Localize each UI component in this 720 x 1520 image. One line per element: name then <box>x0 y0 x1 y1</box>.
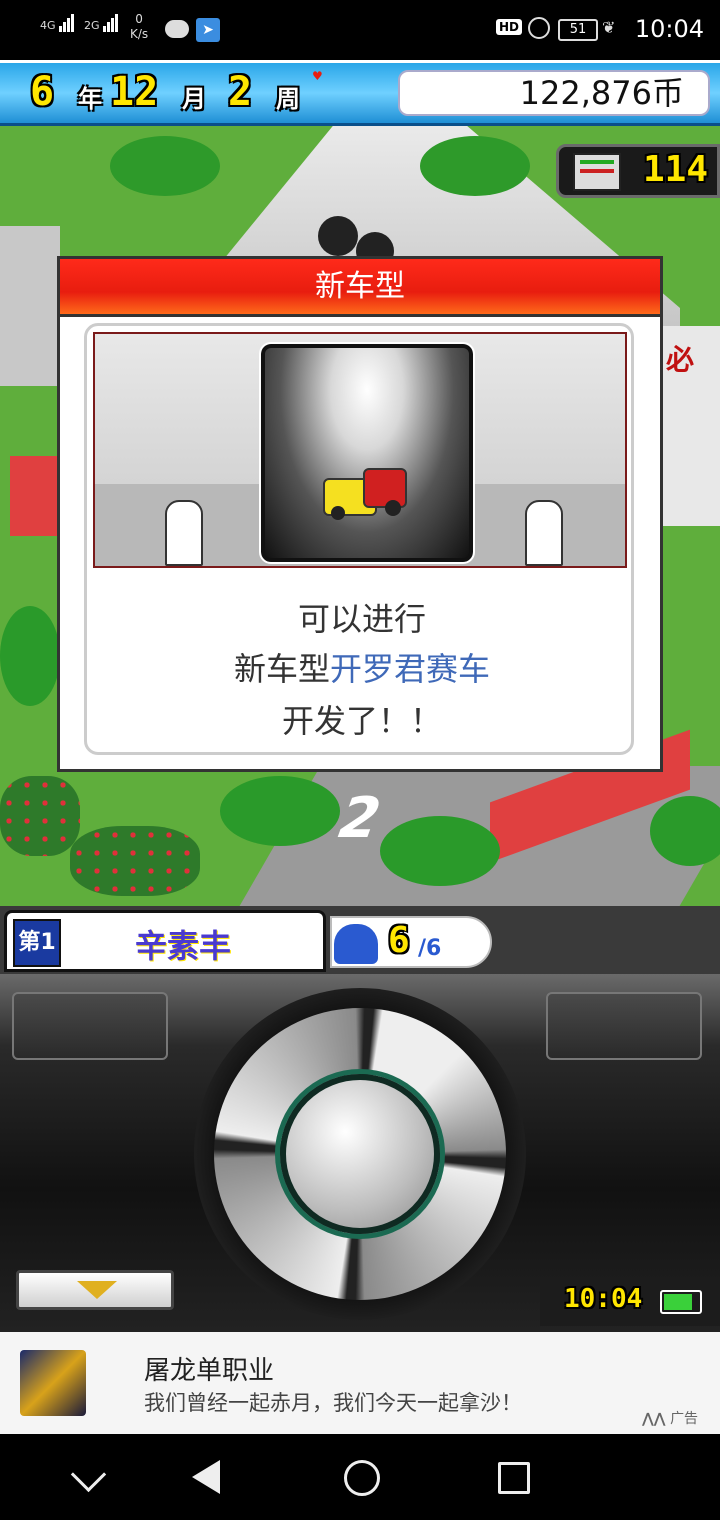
wechat-icon <box>165 20 189 38</box>
staff-name: 辛素丰 <box>135 927 232 965</box>
week-number: 2 <box>228 69 253 115</box>
ad-title[interactable]: 屠龙单职业 <box>144 1350 274 1387</box>
battery-icon: 51 <box>558 19 598 41</box>
network-speed: 0 K/s <box>130 12 148 42</box>
signal-icon-2 <box>103 14 119 32</box>
navigation-bar <box>0 1434 720 1520</box>
chevron-down-icon <box>77 1281 117 1299</box>
dpad-center-button[interactable] <box>280 1074 440 1234</box>
staff-tab[interactable]: 第1 辛素丰 <box>4 910 326 972</box>
staff-count-tab[interactable]: 6 /6 <box>330 916 492 968</box>
menu-down-button[interactable] <box>16 1270 174 1310</box>
network-2g-label: 2G <box>84 19 100 32</box>
tire-stack-icon <box>318 216 358 256</box>
month-label: 月 <box>182 85 206 113</box>
go-kart-icon <box>323 468 413 520</box>
back-down-icon[interactable] <box>70 1456 107 1493</box>
mechanic-left-icon <box>165 500 203 566</box>
left-shoulder-button[interactable] <box>12 992 168 1060</box>
ad-banner[interactable] <box>0 1332 720 1434</box>
network-speed-value: 0 <box>135 12 143 26</box>
palm-tree-icon-5 <box>650 796 720 866</box>
dialog-title: 新车型 <box>60 259 660 317</box>
staff-total: /6 <box>418 936 442 961</box>
dialog-line-2-prefix: 新车型 <box>233 650 330 688</box>
flower-bed-icon <box>0 776 80 856</box>
dialog-line-1: 可以进行 <box>297 600 426 638</box>
signal-icon <box>59 14 75 32</box>
palm-tree-icon-3 <box>220 776 340 846</box>
power-saving-icon: ❦ <box>602 18 616 37</box>
staff-rank-badge: 第1 <box>13 919 61 967</box>
ad-logo-icon: ⋀⋀ <box>642 1411 666 1427</box>
battery-level: 51 <box>569 22 587 37</box>
computer-icon <box>573 153 621 191</box>
home-icon[interactable] <box>344 1460 380 1496</box>
palm-tree-icon-4 <box>380 816 500 886</box>
new-model-dialog[interactable]: 新车型 可以进行 新车型开罗君赛车 开发了！！ <box>57 256 663 772</box>
dialog-line-3: 开发了！！ <box>281 702 442 740</box>
hd-icon: HD <box>496 19 523 35</box>
mechanic-right-icon <box>525 500 563 566</box>
palm-tree-icon-6 <box>0 606 60 706</box>
status-time: 10:04 <box>634 15 704 43</box>
game-clock: 10:04 <box>540 1280 720 1326</box>
heart-icon: ♥ <box>312 69 323 83</box>
palm-tree-icon-2 <box>420 136 530 196</box>
palm-tree-icon <box>110 136 220 196</box>
right-shoulder-button[interactable] <box>546 992 702 1060</box>
ad-app-icon[interactable] <box>20 1350 86 1416</box>
staff-avatar-icon <box>334 924 378 964</box>
dialog-line-2: 新车型开罗君赛车 <box>87 644 637 690</box>
year-label: 年 <box>78 85 102 113</box>
game-clock-time: 10:04 <box>564 1284 643 1314</box>
staff-count: 6 <box>388 920 410 961</box>
back-icon[interactable] <box>192 1460 220 1494</box>
month-number: 12 <box>110 69 159 115</box>
building-sign-icon: 必 <box>666 343 695 376</box>
week-label: 周 <box>276 85 300 113</box>
app-notification-icon: ➤ <box>196 18 220 42</box>
dialog-content: 可以进行 新车型开罗君赛车 开发了！！ <box>84 323 634 755</box>
flower-bed-icon-2 <box>70 826 200 896</box>
building-left <box>0 226 60 386</box>
network-2g-indicator: 2G <box>84 14 119 32</box>
network-speed-unit: K/s <box>130 27 149 41</box>
network-4g-label: 4G <box>40 19 56 32</box>
ad-label: ⋀⋀ 广告 <box>642 1408 698 1428</box>
monitor-counter[interactable]: 114 <box>556 144 720 198</box>
recents-icon[interactable] <box>498 1462 530 1494</box>
alarm-icon <box>528 17 550 39</box>
showroom-image <box>93 332 627 568</box>
car-model-name: 开罗君赛车 <box>330 650 491 688</box>
ad-subtitle[interactable]: 我们曾经一起赤月，我们今天一起拿沙！ <box>144 1387 522 1417</box>
red-awning <box>10 456 60 536</box>
network-4g-indicator: 4G <box>40 14 75 32</box>
ad-label-text: 广告 <box>670 1411 699 1427</box>
monitor-value: 114 <box>643 149 709 190</box>
status-bar: 4G 2G 0 K/s ➤ HD 51 ❦ 10:04 <box>0 0 720 60</box>
year-number: 6 <box>30 69 55 115</box>
money-display: 122,876币 <box>398 70 710 116</box>
battery-level-icon <box>660 1290 702 1314</box>
spotlight-frame <box>259 342 475 564</box>
